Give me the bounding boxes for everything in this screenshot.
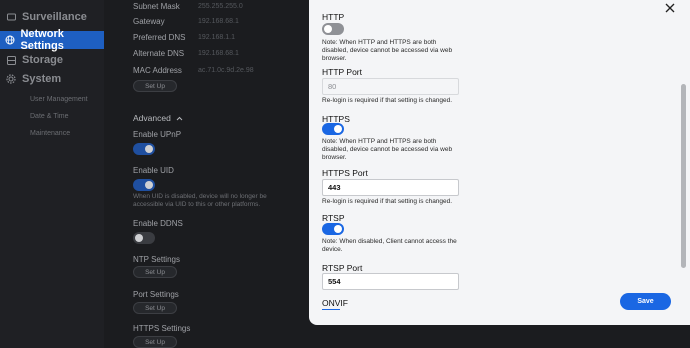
https-port-input[interactable] (322, 179, 459, 196)
toggle-knob (135, 234, 143, 242)
port-setup-button[interactable]: Set Up (133, 302, 177, 314)
advanced-section-header[interactable]: Advanced (133, 113, 183, 123)
https-settings-label: HTTPS Settings (133, 324, 191, 333)
mac-address-value: ac.71.0c.9d.2e.98 (198, 66, 254, 74)
sidebar: Surveillance Network Settings Storage Sy… (0, 0, 104, 348)
https-port-label: HTTPS Port (322, 168, 368, 178)
gear-icon (0, 74, 22, 84)
onvif-label: ONVIF (322, 298, 348, 308)
gateway-value: 192.168.68.1 (198, 17, 239, 25)
ddns-toggle[interactable] (133, 232, 155, 244)
rtsp-note: Note: When disabled, Client cannot acces… (322, 238, 457, 253)
mac-address-row: MAC Address ac.71.0c.9d.2e.98 (133, 64, 313, 76)
ntp-settings-label: NTP Settings (133, 255, 180, 264)
subnet-mask-label: Subnet Mask (133, 1, 180, 11)
https-toggle[interactable] (322, 123, 344, 135)
storage-icon (0, 55, 22, 65)
preferred-dns-row: Preferred DNS 192.168.1.1 (133, 31, 313, 43)
globe-icon (0, 35, 20, 45)
sidebar-item-label: System (22, 73, 62, 85)
https-port-note: Re-login is required if that setting is … (322, 198, 453, 205)
alternate-dns-label: Alternate DNS (133, 48, 185, 58)
upnp-label: Enable UPnP (133, 130, 182, 139)
ddns-label: Enable DDNS (133, 219, 183, 228)
sidebar-item-label: Storage (22, 54, 63, 66)
http-toggle[interactable] (322, 23, 344, 35)
chevron-up-icon (176, 113, 183, 123)
onvif-underline (322, 309, 340, 310)
https-note: Note: When HTTP and HTTPS are both disab… (322, 138, 453, 161)
toggle-knob (324, 25, 332, 33)
sidebar-item-system[interactable]: System (0, 70, 104, 88)
sidebar-subitem-user-management[interactable]: User Management (30, 96, 88, 103)
preferred-dns-label: Preferred DNS (133, 32, 186, 42)
close-icon (665, 0, 675, 18)
http-label: HTTP (322, 12, 345, 22)
sidebar-item-label: Network Settings (20, 28, 64, 52)
uid-toggle[interactable] (133, 179, 155, 191)
subnet-mask-row: Subnet Mask 255.255.255.0 (133, 0, 313, 12)
mac-setup-button[interactable]: Set Up (133, 80, 177, 92)
http-port-label: HTTP Port (322, 67, 362, 77)
sidebar-item-storage[interactable]: Storage (0, 51, 104, 69)
sidebar-item-network-settings[interactable]: Network Settings (0, 28, 104, 52)
scrollbar-thumb[interactable] (681, 84, 686, 268)
network-settings-panel: Subnet Mask 255.255.255.0 Gateway 192.16… (133, 0, 313, 348)
toggle-knob (334, 125, 342, 133)
upnp-toggle[interactable] (133, 143, 155, 155)
alternate-dns-value: 192.168.68.1 (198, 49, 239, 57)
gateway-row: Gateway 192.168.68.1 (133, 15, 313, 27)
http-port-note: Re-login is required if that setting is … (322, 97, 453, 104)
http-port-input[interactable] (322, 78, 459, 95)
sidebar-item-label: Surveillance (22, 11, 87, 23)
advanced-heading: Advanced (133, 113, 171, 123)
subnet-mask-value: 255.255.255.0 (198, 2, 243, 10)
rtsp-toggle[interactable] (322, 223, 344, 235)
uid-label: Enable UID (133, 166, 174, 175)
sidebar-subitem-date-time[interactable]: Date & Time (30, 113, 69, 120)
rtsp-port-input[interactable] (322, 273, 459, 290)
preferred-dns-value: 192.168.1.1 (198, 33, 235, 41)
http-note: Note: When HTTP and HTTPS are both disab… (322, 39, 453, 62)
https-setup-button[interactable]: Set Up (133, 336, 177, 348)
port-settings-label: Port Settings (133, 290, 179, 299)
save-button[interactable]: Save (620, 293, 671, 310)
sidebar-item-surveillance[interactable]: Surveillance (0, 8, 104, 26)
toggle-knob (145, 181, 153, 189)
rtsp-port-label: RTSP Port (322, 263, 363, 273)
sidebar-subitem-maintenance[interactable]: Maintenance (30, 130, 70, 137)
ntp-setup-button[interactable]: Set Up (133, 266, 177, 278)
close-button[interactable] (663, 2, 677, 16)
toggle-knob (145, 145, 153, 153)
gateway-label: Gateway (133, 16, 165, 26)
toggle-knob (334, 225, 342, 233)
uid-note: When UID is disabled, device will no lon… (133, 193, 267, 208)
port-settings-dialog: HTTP Note: When HTTP and HTTPS are both … (309, 0, 690, 325)
rtsp-label: RTSP (322, 213, 345, 223)
mac-address-label: MAC Address (133, 65, 182, 75)
alternate-dns-row: Alternate DNS 192.168.68.1 (133, 47, 313, 59)
camera-icon (0, 13, 22, 21)
